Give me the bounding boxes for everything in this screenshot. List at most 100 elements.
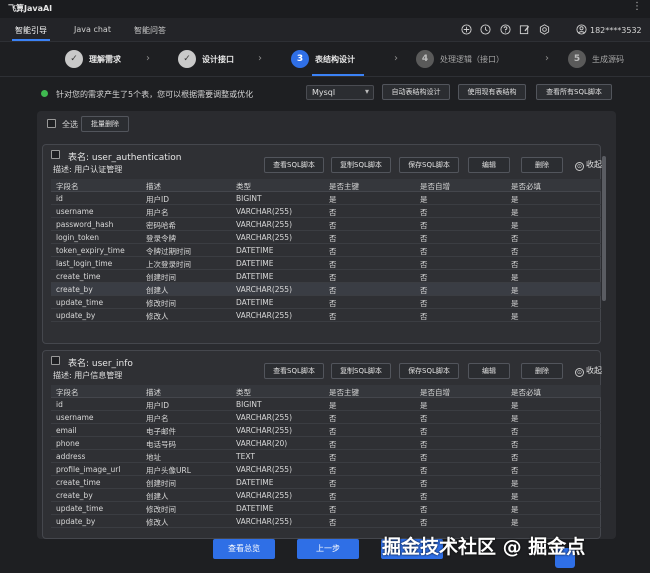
view-all-sql-button[interactable]: 查看所有SQL脚本 xyxy=(536,84,612,100)
user-avatar-icon[interactable] xyxy=(575,24,587,36)
table-cell: 是 xyxy=(511,414,519,423)
table-cell: 否 xyxy=(329,286,337,295)
copy-sql-button[interactable]: 复制SQL脚本 xyxy=(331,363,391,379)
table-row[interactable]: create_time 创建时间 DATETIME 否 否 是 xyxy=(51,476,601,489)
prev-step-button[interactable]: 上一步 xyxy=(297,539,359,559)
table-row[interactable]: update_by 修改人 VARCHAR(255) 否 否 是 xyxy=(51,309,601,322)
view-sql-button[interactable]: 查看SQL脚本 xyxy=(264,363,324,379)
table-row[interactable]: create_by 创建人 VARCHAR(255) 否 否 是 xyxy=(51,489,601,502)
table-row[interactable]: update_by 修改人 VARCHAR(255) 否 否 是 xyxy=(51,515,601,528)
status-dot-icon xyxy=(41,90,48,97)
delete-button[interactable]: 删除 xyxy=(521,363,563,379)
tab-smart-qa[interactable]: 智能问答 xyxy=(134,25,166,36)
table-header-row: 字段名 描述 类型 是否主键 是否自增 是否必填 xyxy=(51,385,601,398)
table-cell: 地址 xyxy=(146,453,161,462)
table-row[interactable]: username 用户名 VARCHAR(255) 否 否 是 xyxy=(51,205,601,218)
table-cell: create_by xyxy=(56,285,93,294)
select-all-label: 全选 xyxy=(62,120,78,129)
overview-button[interactable]: 查看总览 xyxy=(213,539,275,559)
chevron-right-icon: › xyxy=(545,53,549,64)
history-icon[interactable] xyxy=(479,24,491,36)
info-message: 针对您的需求产生了5个表，您可以根据需要调整或优化 xyxy=(56,90,254,99)
table-cell: update_by xyxy=(56,517,96,526)
table-cell: 登录令牌 xyxy=(146,234,176,243)
col-header: 类型 xyxy=(236,388,251,397)
save-sql-button[interactable]: 保存SQL脚本 xyxy=(399,363,459,379)
table-cell: 否 xyxy=(420,466,428,475)
panel-toolbar: 全选 批量删除 xyxy=(37,111,616,135)
table-cell: 否 xyxy=(420,312,428,321)
table-desc: 描述: 用户信息管理 xyxy=(53,371,123,380)
table-select-checkbox[interactable] xyxy=(51,356,60,365)
chevron-right-icon: › xyxy=(258,53,262,64)
edit-icon[interactable] xyxy=(518,24,530,36)
table-cell: 否 xyxy=(420,440,428,449)
window-menu-icon[interactable]: ⋮ xyxy=(632,1,642,12)
table-row[interactable]: login_token 登录令牌 VARCHAR(255) 否 否 否 xyxy=(51,231,601,244)
delete-button[interactable]: 删除 xyxy=(521,157,563,173)
tab-smart-guide[interactable]: 智能引导 xyxy=(15,25,47,36)
step-1-check-icon: ✓ xyxy=(65,50,83,68)
table-cell: 是 xyxy=(511,208,519,217)
table-row[interactable]: update_time 修改时间 DATETIME 否 否 是 xyxy=(51,502,601,515)
collapse-toggle[interactable]: ⊙ 收起 xyxy=(575,159,602,171)
table-row[interactable]: phone 电话号码 VARCHAR(20) 否 否 否 xyxy=(51,437,601,450)
table-cell: 否 xyxy=(420,453,428,462)
scrollbar[interactable] xyxy=(602,156,606,301)
table-cell: VARCHAR(255) xyxy=(236,465,293,474)
table-row[interactable]: id 用户ID BIGINT 是 是 是 xyxy=(51,398,601,411)
watermark: 掘金技术社区 @ 掘金点 xyxy=(382,536,586,558)
table-row[interactable]: address 地址 TEXT 否 否 否 xyxy=(51,450,601,463)
settings-icon[interactable] xyxy=(538,24,550,36)
active-step-indicator xyxy=(312,74,364,76)
table-row[interactable]: token_expiry_time 令牌过期时间 DATETIME 否 否 否 xyxy=(51,244,601,257)
bulk-delete-button[interactable]: 批量删除 xyxy=(81,116,129,132)
col-header: 字段名 xyxy=(56,182,79,191)
table-row[interactable]: profile_image_url 用户头像URL VARCHAR(255) 否 否 否 xyxy=(51,463,601,476)
table-row[interactable]: id 用户ID BIGINT 是 是 是 xyxy=(51,192,601,205)
table-select-checkbox[interactable] xyxy=(51,150,60,159)
db-type-select[interactable]: Mysql ▾ xyxy=(306,85,374,100)
table-row[interactable]: username 用户名 VARCHAR(255) 否 否 是 xyxy=(51,411,601,424)
table-cell: create_time xyxy=(56,478,101,487)
fields-table: 字段名 描述 类型 是否主键 是否自增 是否必填 id 用户ID BIGINT 是是是… xyxy=(51,179,601,322)
db-type-value: Mysql xyxy=(312,88,336,97)
table-cell: 否 xyxy=(329,492,337,501)
table-cell: token_expiry_time xyxy=(56,246,125,255)
view-sql-button[interactable]: 查看SQL脚本 xyxy=(264,157,324,173)
title-bar: 飞算JavaAI ⋮ xyxy=(0,0,650,18)
table-cell: BIGINT xyxy=(236,400,262,409)
table-row[interactable]: create_time 创建时间 DATETIME 否 否 是 xyxy=(51,270,601,283)
copy-sql-button[interactable]: 复制SQL脚本 xyxy=(331,157,391,173)
table-cell: address xyxy=(56,452,86,461)
collapse-toggle[interactable]: ⊙ 收起 xyxy=(575,365,602,377)
table-row[interactable]: last_login_time 上次登录时间 DATETIME 否 否 否 xyxy=(51,257,601,270)
table-cell: VARCHAR(255) xyxy=(236,233,293,242)
user-phone[interactable]: 182****3532 xyxy=(590,26,642,35)
edit-button[interactable]: 编辑 xyxy=(468,157,510,173)
step-4-label: 处理逻辑（接口） xyxy=(440,55,504,64)
table-cell: 否 xyxy=(329,427,337,436)
add-icon[interactable] xyxy=(460,24,472,36)
table-cell: DATETIME xyxy=(236,246,274,255)
tab-java-chat[interactable]: Java chat xyxy=(74,25,111,34)
table-row[interactable]: update_time 修改时间 DATETIME 否 否 是 xyxy=(51,296,601,309)
table-card-header: 表名: user_info 描述: 用户信息管理 查看SQL脚本 复制SQL脚本… xyxy=(43,351,602,385)
table-cell: 是 xyxy=(511,312,519,321)
help-icon[interactable] xyxy=(499,24,511,36)
collapse-label: 收起 xyxy=(586,160,602,169)
use-existing-button[interactable]: 使用现有表结构 xyxy=(458,84,526,100)
table-cell: 否 xyxy=(420,260,428,269)
table-cell: 用户ID xyxy=(146,195,169,204)
table-cell: 创建时间 xyxy=(146,479,176,488)
col-header: 是否必填 xyxy=(511,182,541,191)
save-sql-button[interactable]: 保存SQL脚本 xyxy=(399,157,459,173)
table-row[interactable]: password_hash 密码哈希 VARCHAR(255) 否 否 是 xyxy=(51,218,601,231)
auto-design-button[interactable]: 自动表结构设计 xyxy=(382,84,450,100)
edit-button[interactable]: 编辑 xyxy=(468,363,510,379)
select-all-checkbox[interactable] xyxy=(47,119,56,128)
table-cell: 否 xyxy=(329,466,337,475)
table-row[interactable]: email 电子邮件 VARCHAR(255) 否 否 否 xyxy=(51,424,601,437)
table-name: 表名: user_info xyxy=(68,359,133,369)
table-row[interactable]: create_by 创建人 VARCHAR(255) 否 否 是 xyxy=(51,283,601,296)
